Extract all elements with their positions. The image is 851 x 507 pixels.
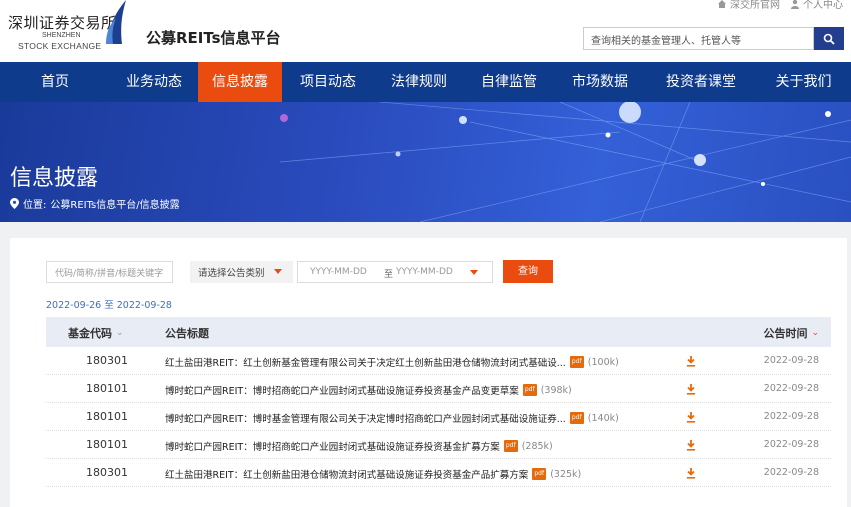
- download-icon[interactable]: [686, 355, 696, 367]
- dropdown-arrow-icon: [274, 269, 282, 274]
- table-row: 180301 红土盐田港REIT：红土创新基金管理有限公司关于决定红土创新盐田港…: [46, 347, 831, 375]
- column-header-time[interactable]: 公告时间 ⌄: [763, 325, 819, 341]
- szse-logo[interactable]: 深圳证券交易所 SHENZHEN STOCK EXCHANGE: [8, 0, 128, 54]
- breadcrumb-prefix: 位置:: [23, 200, 47, 211]
- platform-title: 公募REITs信息平台: [146, 29, 281, 47]
- file-size: (398k): [540, 384, 572, 396]
- nav-item-investor-class[interactable]: 投资者课堂: [646, 62, 756, 102]
- top-link-user-center[interactable]: 个人中心: [790, 0, 843, 11]
- table-header: 基金代码 ⌄ 公告标题 公告时间 ⌄: [46, 317, 831, 347]
- announcement-date: 2022-09-28: [763, 355, 819, 366]
- top-link-szse-home[interactable]: 深交所官网: [717, 0, 780, 11]
- user-icon: [791, 0, 799, 9]
- date-separator: 至: [384, 270, 394, 280]
- announcement-date: 2022-09-28: [763, 439, 819, 450]
- header-search-input[interactable]: 查询相关的基金管理人、托管人等: [583, 27, 814, 50]
- announcement-title-link[interactable]: 红土盐田港REIT：红土创新盐田港仓储物流封闭式基础设施证券投资基金产品扩募方案…: [165, 467, 581, 481]
- table-row: 180101 博时蛇口产园REIT：博时招商蛇口产业园封闭式基础设施证券投资基金…: [46, 375, 831, 403]
- location-pin-icon: [10, 198, 19, 209]
- file-size: (100k): [587, 356, 619, 368]
- nav-item-business[interactable]: 业务动态: [110, 62, 198, 102]
- fund-code: 180101: [86, 410, 128, 423]
- logo-text-cn: 深圳证券交易所: [8, 14, 117, 32]
- home-icon: [718, 0, 726, 8]
- nav-item-self-regulation[interactable]: 自律监管: [464, 62, 554, 102]
- main-nav: 首页 业务动态 信息披露 项目动态 法律规则 自律监管 市场数据 投资者课堂 关…: [0, 62, 851, 102]
- fund-code: 180101: [86, 438, 128, 451]
- announcement-title-link[interactable]: 博时蛇口产园REIT：博时招商蛇口产业园封闭式基础设施证券投资基金产品变更草案 …: [165, 383, 572, 397]
- page-banner: 信息披露 位置: 公募REITs信息平台/信息披露: [0, 102, 851, 222]
- date-range-picker[interactable]: YYYY-MM-DD 至 YYYY-MM-DD: [297, 261, 493, 283]
- breadcrumb-path[interactable]: 公募REITs信息平台/信息披露: [50, 196, 179, 211]
- query-button[interactable]: 查询: [503, 260, 553, 283]
- table-row: 180301 红土盐田港REIT：红土创新盐田港仓储物流封闭式基础设施证券投资基…: [46, 459, 831, 487]
- fund-code: 180101: [86, 382, 128, 395]
- breadcrumb: 位置: 公募REITs信息平台/信息披露: [10, 196, 180, 211]
- file-size: (325k): [550, 468, 582, 480]
- pdf-icon: pdf: [569, 412, 584, 424]
- table-row: 180101 博时蛇口产园REIT：博时招商蛇口产业园封闭式基础设施证券投资基金…: [46, 431, 831, 459]
- pdf-icon: pdf: [522, 384, 537, 396]
- announcement-title-link[interactable]: 红土盐田港REIT：红土创新基金管理有限公司关于决定红土创新盐田港仓储物流封闭式…: [165, 355, 619, 369]
- file-size: (285k): [521, 440, 553, 452]
- nav-item-about[interactable]: 关于我们: [756, 62, 851, 102]
- chevron-down-icon: ⌄: [116, 328, 124, 338]
- announcement-type-select[interactable]: 请选择公告类别: [190, 261, 293, 283]
- pdf-icon: pdf: [532, 468, 547, 480]
- announcement-title-link[interactable]: 博时蛇口产园REIT：博时基金管理有限公司关于决定博时招商蛇口产业园封闭式基础设…: [165, 411, 619, 425]
- selected-date-range: 2022-09-26 至 2022-09-28: [46, 300, 172, 311]
- header-search-button[interactable]: [814, 27, 844, 50]
- page-title: 信息披露: [10, 166, 99, 191]
- code-keyword-input[interactable]: 代码/简称/拼音/标题关键字: [46, 261, 173, 283]
- nav-item-market-data[interactable]: 市场数据: [554, 62, 646, 102]
- announcement-title-link[interactable]: 博时蛇口产园REIT：博时招商蛇口产业园封闭式基础设施证券投资基金扩募方案 pd…: [165, 439, 553, 453]
- nav-item-projects[interactable]: 项目动态: [282, 62, 374, 102]
- site-header: 深圳证券交易所 SHENZHEN STOCK EXCHANGE 公募REITs信…: [0, 0, 851, 62]
- download-icon[interactable]: [686, 411, 696, 423]
- disclosure-panel: 代码/简称/拼音/标题关键字 请选择公告类别 YYYY-MM-DD 至 YYYY…: [10, 238, 847, 507]
- dropdown-arrow-icon: [470, 270, 478, 275]
- announcement-date: 2022-09-28: [763, 383, 819, 394]
- date-from-input[interactable]: YYYY-MM-DD: [310, 267, 367, 277]
- download-icon[interactable]: [686, 383, 696, 395]
- chevron-down-icon: ⌄: [811, 328, 819, 338]
- top-links: 深交所官网 个人中心: [717, 0, 843, 11]
- nav-item-home[interactable]: 首页: [0, 62, 110, 102]
- column-header-title: 公告标题: [165, 327, 209, 340]
- nav-item-rules[interactable]: 法律规则: [374, 62, 464, 102]
- fund-code: 180301: [86, 354, 128, 367]
- nav-item-disclosure[interactable]: 信息披露: [198, 62, 282, 102]
- szse-logo-mark-icon: [106, 0, 126, 44]
- announcement-type-label: 请选择公告类别: [198, 268, 265, 279]
- pdf-icon: pdf: [569, 356, 584, 368]
- download-icon[interactable]: [686, 439, 696, 451]
- table-row: 180101 博时蛇口产园REIT：博时基金管理有限公司关于决定博时招商蛇口产业…: [46, 403, 831, 431]
- download-icon[interactable]: [686, 467, 696, 479]
- pdf-icon: pdf: [503, 440, 518, 452]
- announcement-date: 2022-09-28: [763, 411, 819, 422]
- announcement-date: 2022-09-28: [763, 467, 819, 478]
- column-header-code[interactable]: 基金代码 ⌄: [68, 325, 124, 341]
- logo-text-en2: STOCK EXCHANGE: [18, 41, 102, 51]
- file-size: (140k): [587, 412, 619, 424]
- date-to-input[interactable]: YYYY-MM-DD: [396, 267, 453, 277]
- logo-text-en1: SHENZHEN: [42, 32, 81, 39]
- search-icon: [823, 33, 835, 45]
- fund-code: 180301: [86, 466, 128, 479]
